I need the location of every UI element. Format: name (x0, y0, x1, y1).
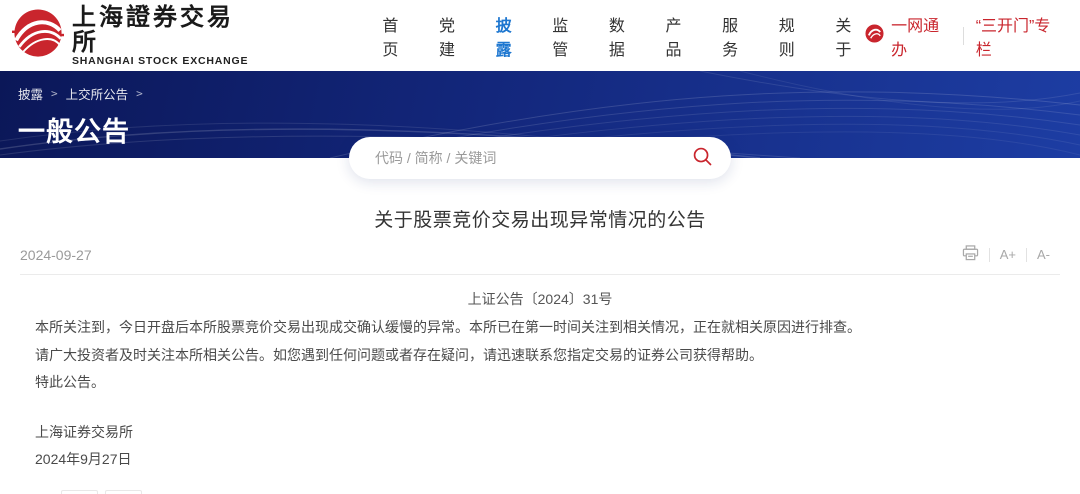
yiwangtongban-icon (865, 23, 884, 48)
yiwangtongban-link[interactable]: 一网通办 (865, 12, 951, 60)
article-tools: A+ A- (962, 245, 1050, 264)
article-signature: 上海证券交易所 (35, 423, 133, 440)
nav-home[interactable]: 首页 (382, 12, 412, 60)
share-row: 分享: (25, 489, 1080, 494)
sse-logo[interactable]: 上海證券交易所 SHANGHAI STOCK EXCHANGE (12, 4, 250, 67)
article-sign-date: 2024年9月27日 (35, 451, 132, 467)
nav-data[interactable]: 数据 (609, 12, 639, 60)
share-wechat-button[interactable] (105, 489, 143, 494)
tools-divider (1026, 247, 1027, 262)
printer-icon (962, 245, 979, 264)
search-icon (692, 146, 713, 170)
tools-divider (988, 247, 990, 262)
font-decrease-button[interactable]: A- (1037, 247, 1050, 262)
nav-regulation[interactable]: 监管 (552, 12, 582, 60)
logo-cn-text: 上海證券交易所 (72, 1, 234, 56)
nav-services[interactable]: 服务 (722, 12, 752, 60)
doc-number: 上证公告〔2024〕31号 (467, 291, 613, 307)
search-button[interactable] (690, 144, 715, 172)
meta-divider (20, 274, 1060, 275)
nav-products[interactable]: 产品 (666, 12, 696, 60)
nav-rules[interactable]: 规则 (779, 12, 809, 60)
quick-links: 一网通办 “三开门”专栏 (865, 12, 1062, 60)
logo-text: 上海證券交易所 SHANGHAI STOCK EXCHANGE (72, 1, 250, 68)
breadcrumb-chevron-icon: > (51, 87, 58, 100)
sankaimen-link[interactable]: “三开门”专栏 (976, 12, 1062, 60)
article-date: 2024-09-27 (20, 246, 92, 263)
print-button[interactable] (962, 245, 979, 264)
nav-about[interactable]: 关于 (835, 12, 865, 60)
font-increase-button[interactable]: A+ (1000, 247, 1016, 262)
breadcrumb-sse-announcements[interactable]: 上交所公告 (66, 84, 129, 103)
sse-logo-icon (12, 7, 64, 64)
article-meta-row: 2024-09-27 A+ A- (0, 245, 1080, 264)
nav-party[interactable]: 党建 (439, 12, 469, 60)
article: 关于股票竞价交易出现异常情况的公告 2024-09-27 A+ A- 上证公告〔 (0, 205, 1080, 494)
yiwangtongban-label: 一网通办 (891, 17, 940, 59)
nav-disclosure[interactable]: 披露 (496, 12, 526, 60)
breadcrumb: 披露 > 上交所公告 > (18, 84, 1080, 103)
article-title: 关于股票竞价交易出现异常情况的公告 (374, 210, 706, 231)
article-paragraph: 请广大投资者及时关注本所相关公告。如您遇到任何问题或者存在疑问，请迅速联系您指定… (35, 346, 763, 363)
breadcrumb-chevron-icon: > (136, 87, 143, 100)
search-box (349, 137, 731, 179)
article-paragraph: 本所关注到，今日开盘后本所股票竞价交易出现成交确认缓慢的异常。本所已在第一时间关… (35, 319, 861, 335)
main-nav: 首页 党建 披露 监管 数据 产品 服务 规则 关于 (382, 12, 865, 60)
breadcrumb-disclosure[interactable]: 披露 (18, 84, 43, 103)
search-input[interactable] (375, 150, 690, 166)
share-weibo-button[interactable] (61, 489, 99, 494)
logo-en-text: SHANGHAI STOCK EXCHANGE (72, 55, 249, 68)
article-paragraph: 特此公告。 (35, 374, 105, 390)
quick-links-divider (962, 26, 964, 45)
header: 上海證券交易所 SHANGHAI STOCK EXCHANGE 首页 党建 披露… (0, 0, 1080, 71)
